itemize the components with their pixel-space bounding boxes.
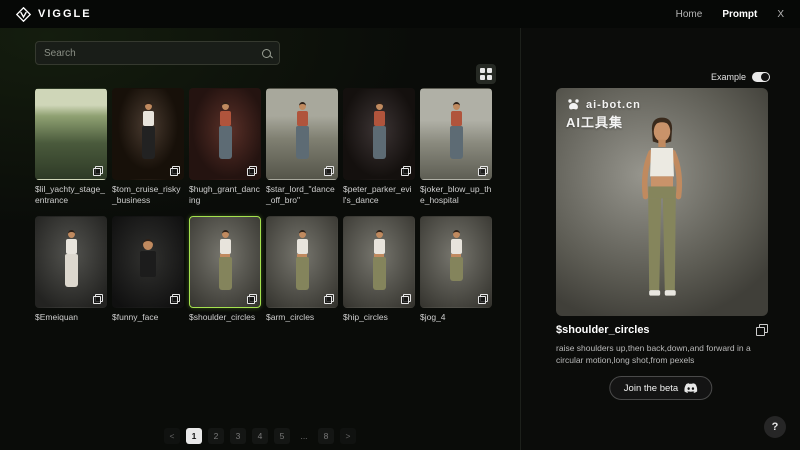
template-label: $peter_parker_evil's_dance	[343, 184, 415, 206]
template-thumbnail[interactable]	[343, 216, 415, 308]
character-figure	[616, 114, 708, 314]
figure-silhouette	[60, 230, 82, 287]
template-thumbnail[interactable]	[35, 216, 107, 308]
template-card[interactable]: $tom_cruise_risky_business	[112, 88, 184, 206]
template-card[interactable]: $arm_circles	[266, 216, 338, 334]
template-card[interactable]: $Emeiquan	[35, 216, 107, 334]
template-card[interactable]: $funny_face	[112, 216, 184, 334]
search-bar[interactable]	[35, 41, 280, 65]
template-thumbnail[interactable]	[266, 216, 338, 308]
page-3[interactable]: 3	[230, 428, 246, 444]
preview-title-row: $shoulder_circles	[556, 324, 768, 336]
template-label: $Emeiquan	[35, 312, 107, 334]
pagination: < 1 2 3 4 5 ... 8 >	[0, 428, 520, 444]
page-1[interactable]: 1	[186, 428, 202, 444]
preview-title: $shoulder_circles	[556, 324, 650, 336]
help-button[interactable]: ?	[764, 416, 786, 438]
copy-icon[interactable]	[478, 166, 488, 176]
copy-icon[interactable]	[247, 294, 257, 304]
template-thumbnail[interactable]	[189, 216, 261, 308]
figure-silhouette	[137, 239, 159, 277]
viggle-logo[interactable]: VIGGLE	[16, 7, 92, 22]
page-prev[interactable]: <	[164, 428, 180, 444]
copy-icon[interactable]	[170, 166, 180, 176]
discord-icon	[684, 383, 697, 393]
preview-panel: Example ai-bot.cn AI工具集	[520, 28, 800, 450]
page-4[interactable]: 4	[252, 428, 268, 444]
example-label: Example	[711, 72, 746, 82]
preview-description: raise shoulders up,then back,down,and fo…	[556, 342, 770, 367]
page-2[interactable]: 2	[208, 428, 224, 444]
preview-image: ai-bot.cn AI工具集	[556, 88, 768, 316]
figure-silhouette	[137, 102, 159, 159]
template-card[interactable]: $lil_yachty_stage_entrance	[35, 88, 107, 206]
template-card-selected[interactable]: $shoulder_circles	[189, 216, 261, 334]
page-5[interactable]: 5	[274, 428, 290, 444]
copy-icon[interactable]	[401, 166, 411, 176]
figure-silhouette	[368, 102, 390, 159]
page-next[interactable]: >	[340, 428, 356, 444]
top-nav: Home Prompt X	[676, 9, 784, 20]
join-beta-button[interactable]: Join the beta	[609, 376, 712, 400]
nav-prompt[interactable]: Prompt	[722, 9, 757, 20]
template-thumbnail[interactable]	[420, 216, 492, 308]
logo-text: VIGGLE	[38, 8, 92, 20]
nav-home[interactable]: Home	[676, 9, 703, 20]
search-icon[interactable]	[262, 49, 271, 58]
template-label: $hip_circles	[343, 312, 415, 334]
grid-view-icon[interactable]	[476, 64, 496, 84]
template-card[interactable]: $peter_parker_evil's_dance	[343, 88, 415, 206]
template-label: $star_lord_"dance_off_bro"	[266, 184, 338, 206]
template-card[interactable]: $hip_circles	[343, 216, 415, 334]
search-input[interactable]	[44, 48, 262, 59]
template-card[interactable]: $joker_blow_up_the_hospital	[420, 88, 492, 206]
page-ellipsis: ...	[296, 428, 312, 444]
template-label: $joker_blow_up_the_hospital	[420, 184, 492, 206]
template-label: $hugh_grant_dancing	[189, 184, 261, 206]
copy-icon[interactable]	[478, 294, 488, 304]
copy-icon[interactable]	[324, 294, 334, 304]
template-card[interactable]: $star_lord_"dance_off_bro"	[266, 88, 338, 206]
template-gallery-panel: $lil_yachty_stage_entrance $tom_cruise_r…	[0, 28, 520, 450]
template-thumbnail[interactable]	[112, 88, 184, 180]
copy-icon[interactable]	[93, 166, 103, 176]
template-card[interactable]: $hugh_grant_dancing	[189, 88, 261, 206]
page-8[interactable]: 8	[318, 428, 334, 444]
figure-silhouette	[291, 102, 313, 159]
nav-x[interactable]: X	[777, 9, 784, 20]
template-label: $jog_4	[420, 312, 492, 334]
join-beta-label: Join the beta	[624, 383, 678, 394]
figure-silhouette	[445, 230, 467, 281]
copy-icon[interactable]	[170, 294, 180, 304]
template-thumbnail[interactable]	[266, 88, 338, 180]
watermark-logo-icon	[566, 98, 581, 111]
figure-silhouette	[445, 102, 467, 159]
template-thumbnail[interactable]	[35, 88, 107, 180]
template-thumbnail[interactable]	[189, 88, 261, 180]
template-label: $funny_face	[112, 312, 184, 334]
template-thumbnail[interactable]	[420, 88, 492, 180]
template-label: $shoulder_circles	[189, 312, 261, 334]
example-toggle[interactable]	[752, 72, 770, 82]
template-grid: $lil_yachty_stage_entrance $tom_cruise_r…	[35, 88, 500, 334]
copy-icon[interactable]	[247, 166, 257, 176]
copy-icon[interactable]	[401, 294, 411, 304]
figure-silhouette	[291, 230, 313, 290]
template-thumbnail[interactable]	[112, 216, 184, 308]
watermark-name: ai-bot.cn	[586, 99, 641, 111]
figure-silhouette	[214, 230, 236, 290]
figure-silhouette	[214, 102, 236, 159]
top-bar: VIGGLE Home Prompt X	[0, 0, 800, 28]
template-thumbnail[interactable]	[343, 88, 415, 180]
template-card[interactable]: $jog_4	[420, 216, 492, 334]
example-toggle-row: Example	[711, 72, 770, 82]
copy-prompt-icon[interactable]	[756, 324, 768, 336]
viggle-logo-icon	[16, 7, 31, 22]
copy-icon[interactable]	[93, 294, 103, 304]
template-label: $tom_cruise_risky_business	[112, 184, 184, 206]
copy-icon[interactable]	[324, 166, 334, 176]
template-label: $arm_circles	[266, 312, 338, 334]
figure-silhouette	[368, 230, 390, 290]
template-label: $lil_yachty_stage_entrance	[35, 184, 107, 206]
